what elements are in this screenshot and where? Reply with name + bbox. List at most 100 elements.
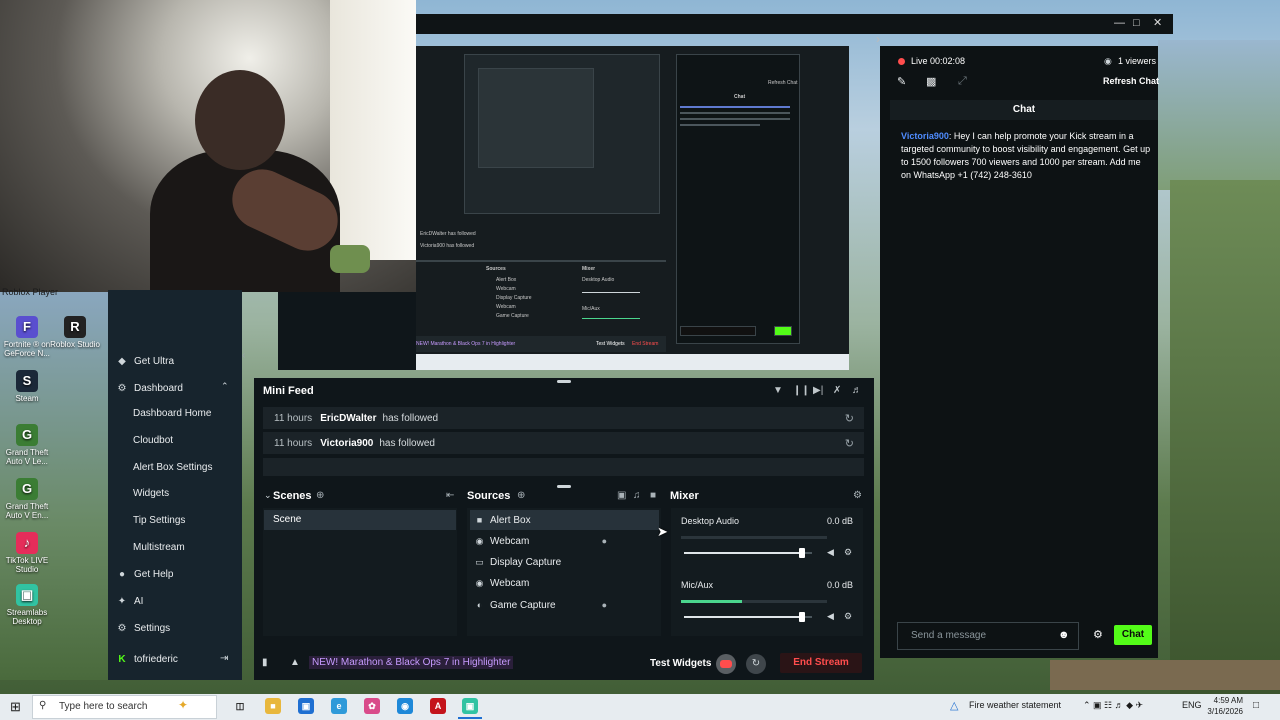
resize-handle[interactable] [557,485,571,488]
notifications-icon[interactable]: □ [1253,700,1259,711]
volume-slider-knob[interactable] [798,612,805,622]
volume-icon[interactable]: ♬ [852,385,862,396]
store-icon[interactable]: ▣ [298,698,314,714]
sidebar-item-dashboard[interactable]: ⚙ Dashboard [116,378,183,398]
maximize-button[interactable]: □ [1133,14,1140,32]
resize-handle[interactable] [557,380,571,383]
sidebar-subitem-cloudbot[interactable]: Cloudbot [133,432,173,450]
desktop-shortcut-label: TikTok LIVE Studio [5,556,49,574]
scene-transition-icon[interactable]: ⇤ [446,490,454,501]
steam-icon: S [16,370,38,392]
weather-status[interactable]: Fire weather statement [969,700,1061,710]
lock-icon[interactable]: ● [602,600,607,610]
tray-icons[interactable]: ⌃ ▣ ☷ ♬ ◆ ✈ [1083,700,1143,711]
chevron-up-icon[interactable]: ⌃ [221,381,229,392]
sidebar-subitem-multistream[interactable]: Multistream [133,539,185,557]
stats-icon[interactable]: ▮ [262,657,268,668]
gear-icon: ⚙ [117,622,127,634]
skip-icon[interactable]: ▶| [813,385,823,396]
replay-buffer-icon[interactable]: ↻ [746,654,766,674]
chevron-down-icon[interactable]: ⌄ [264,490,272,501]
speaker-icon[interactable]: ◀ [827,611,834,622]
notification-icon[interactable]: ▲ [290,657,300,668]
adobe-icon[interactable]: A [430,698,446,714]
streamlabs-taskbar-icon[interactable]: ▣ [462,698,478,714]
source-item[interactable]: ■ Alert Box [470,510,659,530]
feed-row: 11 hours Victoria900 has followed ↻ [263,432,864,454]
close-button[interactable]: ✕ [1153,14,1162,32]
volume-slider[interactable] [684,612,812,622]
active-app-indicator [458,717,482,719]
replay-icon[interactable]: ↻ [845,437,854,450]
volume-slider-knob[interactable] [798,548,805,558]
popout-icon[interactable]: ▩ [926,75,936,88]
dashboard-icon: ⚙ [117,382,127,394]
chevron-left-icon[interactable]: ‹ [242,350,245,361]
logout-icon[interactable]: ⇥ [220,653,228,664]
folder-icon[interactable]: ■ [650,490,656,501]
refresh-chat-button[interactable]: Refresh Chat [1103,76,1159,86]
search-highlight-icon[interactable]: ✦ [178,698,188,712]
source-settings-icon[interactable]: ▣ [617,490,626,501]
mute-alerts-icon[interactable]: ✗ [833,385,841,396]
filter-icon[interactable]: ▼ [773,385,783,396]
desktop-shortcut[interactable]: ♪ TikTok LIVE Studio [0,532,54,575]
sidebar-subitem-dashboard-home[interactable]: Dashboard Home [133,405,211,423]
clock[interactable]: 4:59 AM 3/16/2026 [1205,695,1243,717]
end-stream-button[interactable]: End Stream [780,653,862,673]
lock-icon[interactable]: ● [602,536,607,546]
file-explorer-icon[interactable]: ■ [265,698,281,714]
scene-item[interactable]: Scene [264,510,456,530]
source-item[interactable]: ◉ Webcam [470,574,659,594]
source-item[interactable]: ▭ Display Capture [470,553,659,573]
speaker-icon[interactable]: ◀ [827,547,834,558]
desktop-shortcut[interactable]: G Grand Theft Auto V En... [0,478,54,521]
mixer-settings-icon[interactable]: ⚙ [853,490,862,501]
add-source-icon[interactable]: ⊕ [517,490,525,501]
sidebar-item-ai[interactable]: ✦ AI [116,591,144,611]
desktop-shortcut[interactable]: S Steam [0,370,54,404]
search-icon: ⚲ [39,700,47,711]
edge-browser-icon[interactable]: ◉ [397,698,413,714]
sidebar-item-settings[interactable]: ⚙ Settings [116,618,171,638]
pause-icon[interactable]: ❙❙ [793,385,810,396]
copilot-icon[interactable]: ✿ [364,698,380,714]
taskbar-search-input[interactable]: Type here to search [32,695,217,719]
promo-banner[interactable]: NEW! Marathon & Black Ops 7 in Highlight… [309,656,514,669]
replay-icon[interactable]: ↻ [845,412,854,425]
minimize-button[interactable]: — [1114,14,1125,32]
sidebar-item-get-help[interactable]: ● Get Help [116,564,174,584]
sidebar-user[interactable]: K tofriederic [116,649,178,669]
desktop-shortcut[interactable]: R Roblox Studio [48,316,102,350]
chat-send-button[interactable]: Chat [1114,625,1152,645]
source-audio-icon[interactable]: ♫ [633,490,641,501]
edge-icon[interactable]: e [331,698,347,714]
channel-settings-icon[interactable]: ⚙ [844,547,852,558]
sidebar-subitem-widgets[interactable]: Widgets [133,485,169,503]
windows-start-icon[interactable]: ⊞ [10,699,21,715]
streamlabs-icon: ▣ [16,584,38,606]
warning-icon[interactable]: △ [950,699,958,712]
desktop-shortcut[interactable]: G Grand Theft Auto V Le... [0,424,54,467]
source-item[interactable]: ◐ Game Capture ● [470,595,659,615]
channel-settings-icon[interactable]: ⚙ [844,611,852,622]
desktop-shortcut[interactable]: F Fortnite ® on GeForce N... [0,316,54,359]
source-item[interactable]: ◉ Webcam ● [470,531,659,551]
language-indicator[interactable]: ENG [1182,700,1202,710]
sidebar-item-get-ultra[interactable]: ◆ Get Ultra [116,351,174,371]
chat-input[interactable]: Send a message [897,622,1079,650]
sidebar-subitem-tip-settings[interactable]: Tip Settings [133,512,185,530]
add-scene-icon[interactable]: ⊕ [316,490,324,501]
chat-settings-icon[interactable]: ⚙ [1093,628,1103,641]
volume-slider[interactable] [684,548,812,558]
share-icon[interactable]: ⤢ [958,75,967,88]
edit-icon[interactable]: ✎ [897,75,906,88]
mixer-channel-db: 0.0 dB [827,580,854,590]
sidebar-subitem-alert-box-settings[interactable]: Alert Box Settings [133,459,212,477]
emoji-icon[interactable]: ☻ [1058,629,1070,641]
task-view-icon[interactable]: ◫ [232,698,248,714]
desktop-shortcut[interactable]: ▣ Streamlabs Desktop [0,584,54,627]
audio-level-meter [681,600,827,603]
chevron-right-icon[interactable]: › [876,32,880,46]
fortnite-icon: F [16,316,38,338]
